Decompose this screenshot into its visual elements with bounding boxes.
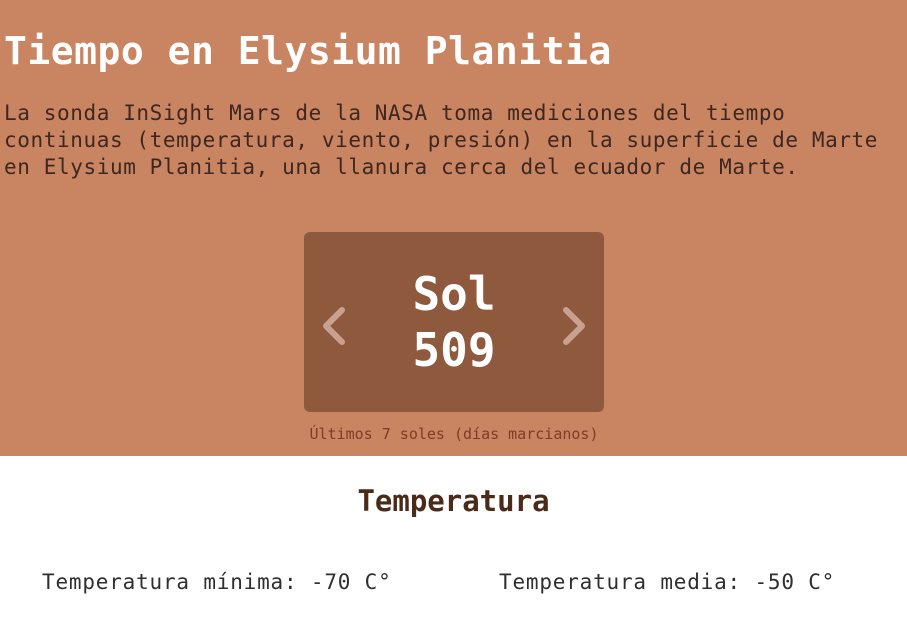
sol-display: Sol 509 bbox=[364, 266, 544, 378]
page-description: La sonda InSight Mars de la NASA toma me… bbox=[4, 101, 879, 179]
temperature-heading: Temperatura bbox=[357, 484, 550, 518]
sol-number: 509 bbox=[412, 323, 496, 377]
hero-section: Tiempo en Elysium Planitia La sonda InSi… bbox=[0, 0, 907, 456]
previous-sol-button[interactable] bbox=[316, 304, 352, 348]
min-temperature-label: Temperatura mínima: bbox=[42, 570, 298, 594]
min-temperature-value: -70 C° bbox=[310, 570, 392, 594]
page-title: Tiempo en Elysium Planitia bbox=[4, 29, 612, 73]
sols-caption: Últimos 7 soles (días marcianos) bbox=[309, 425, 599, 443]
avg-temperature-value: -50 C° bbox=[754, 570, 836, 594]
avg-temperature-label: Temperatura media: bbox=[499, 570, 741, 594]
sol-selector-card: Sol 509 bbox=[304, 232, 604, 412]
sol-label: Sol bbox=[412, 267, 496, 321]
avg-temperature: Temperatura media: -50 C° bbox=[499, 568, 835, 596]
chevron-left-icon bbox=[323, 307, 345, 345]
min-temperature: Temperatura mínima: -70 C° bbox=[42, 568, 392, 596]
chevron-right-icon bbox=[563, 307, 585, 345]
next-sol-button[interactable] bbox=[556, 304, 592, 348]
